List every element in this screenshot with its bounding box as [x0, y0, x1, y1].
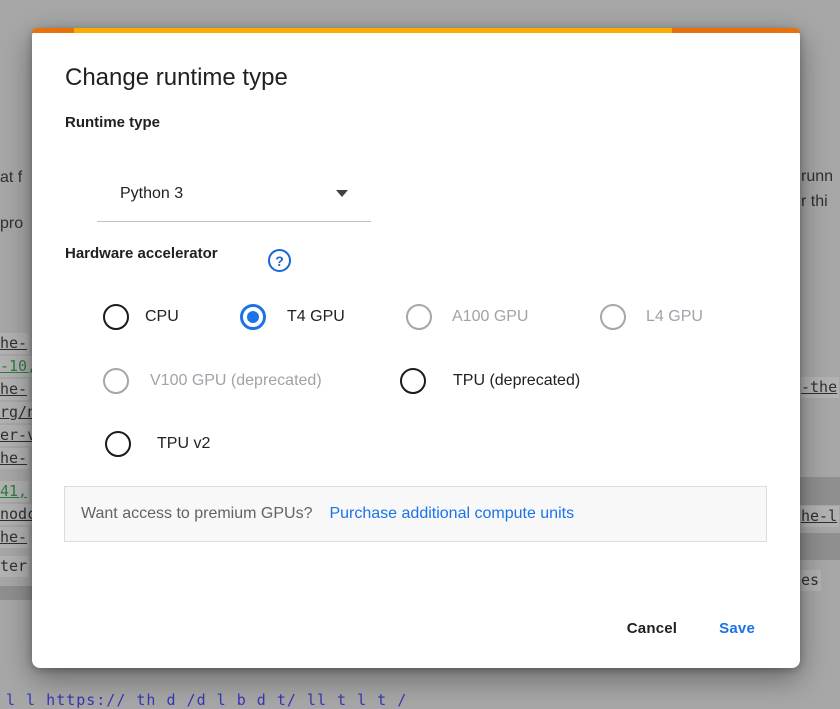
radio-option-label: T4 GPU — [287, 308, 345, 326]
radio-option-v100-gpu-deprecated: V100 GPU (deprecated) — [103, 368, 322, 394]
runtime-type-label: Runtime type — [65, 113, 160, 133]
bg-scrollbar-strip — [0, 586, 32, 600]
bg-code-link-fragment: 41, — [0, 481, 29, 502]
radio-option-label: TPU v2 — [157, 435, 210, 453]
bg-text-fragment: r thi — [801, 192, 828, 212]
radio-option-t4-gpu[interactable]: T4 GPU — [240, 304, 345, 330]
bg-code-link-fragment: he- — [0, 379, 29, 400]
radio-option-l4-gpu: L4 GPU — [600, 304, 703, 330]
bg-code-fragment: es — [801, 570, 821, 591]
bg-text-fragment: at f — [0, 168, 22, 188]
bg-console-link-fragment: l l https:// th d /d l b d t/ ll t l t / — [6, 691, 407, 709]
radio-option-label: V100 GPU (deprecated) — [150, 372, 322, 390]
bg-text-fragment: pro — [0, 214, 23, 234]
radio-icon-selected — [240, 304, 266, 330]
runtime-type-selected-value: Python 3 — [120, 185, 183, 203]
bg-code-link-fragment: he-l — [801, 506, 839, 527]
radio-icon — [406, 304, 432, 330]
runtime-type-select[interactable]: Python 3 — [97, 166, 371, 222]
radio-option-label: CPU — [145, 308, 179, 326]
radio-option-cpu[interactable]: CPU — [103, 304, 179, 330]
radio-icon — [103, 304, 129, 330]
radio-icon — [400, 368, 426, 394]
radio-option-a100-gpu: A100 GPU — [406, 304, 528, 330]
radio-icon — [600, 304, 626, 330]
purchase-compute-units-link[interactable]: Purchase additional compute units — [329, 505, 574, 523]
hardware-accelerator-label: Hardware accelerator — [65, 244, 218, 264]
bg-code-link-fragment: he- — [0, 527, 29, 548]
bg-code-link-fragment: -the — [801, 377, 839, 398]
loading-progress-bar — [32, 28, 800, 33]
radio-icon — [103, 368, 129, 394]
save-button[interactable]: Save — [709, 612, 765, 645]
bg-text-fragment: runn — [801, 167, 833, 187]
bg-block-strip — [800, 477, 840, 505]
dropdown-caret-icon — [336, 190, 348, 197]
dialog-title: Change runtime type — [65, 62, 288, 94]
bg-code-link-fragment: he- — [0, 448, 29, 469]
dialog-buttons: Cancel Save — [617, 612, 765, 645]
radio-icon — [105, 431, 131, 457]
bg-code-link-fragment: he- — [0, 333, 29, 354]
bg-block-strip — [800, 533, 840, 560]
bg-code-fragment: ter — [0, 556, 29, 577]
radio-option-tpu-v2[interactable]: TPU v2 — [105, 431, 210, 457]
premium-banner-text: Want access to premium GPUs? — [81, 505, 312, 523]
radio-option-tpu-deprecated[interactable]: TPU (deprecated) — [400, 368, 580, 394]
help-icon[interactable]: ? — [268, 249, 291, 272]
change-runtime-type-dialog: Change runtime type Runtime type Python … — [32, 28, 800, 668]
radio-option-label: TPU (deprecated) — [453, 372, 580, 390]
premium-gpu-banner: Want access to premium GPUs? Purchase ad… — [64, 486, 767, 542]
radio-option-label: A100 GPU — [452, 308, 528, 326]
cancel-button[interactable]: Cancel — [617, 612, 687, 645]
radio-option-label: L4 GPU — [646, 308, 703, 326]
